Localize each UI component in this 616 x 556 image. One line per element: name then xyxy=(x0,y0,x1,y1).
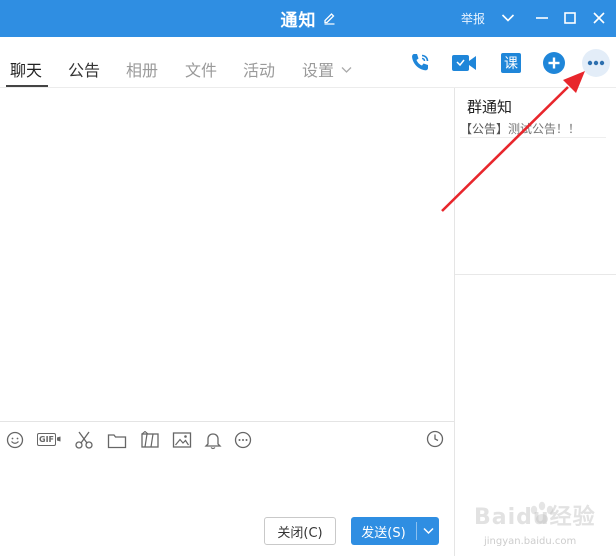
chat-window: 通知 举报 聊天 公告 相册 文件 活动 设置 课 群通知 【公告】测试公告！！… xyxy=(0,0,616,556)
annotation-arrow xyxy=(441,71,585,212)
